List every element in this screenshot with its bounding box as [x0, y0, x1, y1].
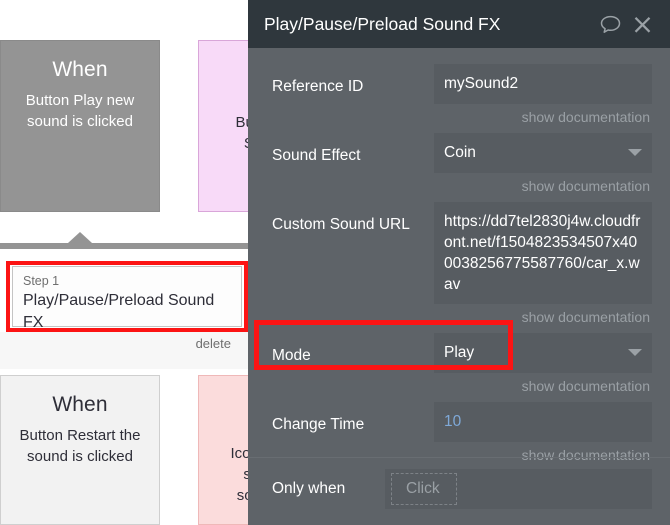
- event-when-card-2[interactable]: When Button Restart the sound is clicked: [0, 375, 160, 525]
- event-when-card-1[interactable]: When Button Play new sound is clicked: [0, 40, 160, 212]
- app-root: When Button Play new sound is clicked Bu…: [0, 0, 670, 525]
- property-editor-panel: Play/Pause/Preload Sound FX Reference ID…: [248, 0, 670, 525]
- show-documentation-link-reference-id[interactable]: show documentation: [434, 104, 652, 127]
- field-control-reference-id: mySound2 show documentation: [434, 64, 652, 127]
- step-card-1[interactable]: Step 1 Play/Pause/Preload Sound FX delet…: [12, 266, 242, 351]
- event-when-subtitle-1: Button Play new sound is clicked: [25, 92, 135, 130]
- chevron-down-icon-mode: [628, 349, 642, 356]
- event-when-title-2: When: [52, 393, 108, 416]
- field-label-custom-sound-url: Custom Sound URL: [272, 216, 410, 233]
- workflow-connector-1: [0, 212, 250, 251]
- step-title-1: Play/Pause/Preload Sound FX: [23, 292, 215, 331]
- field-label-reference-id: Reference ID: [272, 78, 364, 95]
- show-documentation-link-custom-sound-url[interactable]: show documentation: [434, 304, 652, 327]
- show-documentation-link-change-time[interactable]: show documentation: [434, 442, 652, 465]
- field-row-sound-effect: Sound Effect Coin show documentation: [248, 133, 670, 196]
- panel-titlebar: Play/Pause/Preload Sound FX: [248, 0, 670, 48]
- field-row-reference-id: Reference ID mySound2 show documentation: [248, 64, 670, 127]
- step-delete-link-1[interactable]: delete: [23, 335, 231, 352]
- panel-section-divider: [248, 457, 670, 458]
- mode-value: Play: [444, 344, 475, 361]
- only-when-label: Only when: [272, 480, 346, 497]
- connector-bar-1: [0, 243, 250, 249]
- canvas-top-band: [0, 0, 250, 40]
- field-row-mode: Mode Play show documentation: [248, 333, 670, 396]
- field-row-change-time: Change Time 10 show documentation: [248, 402, 670, 465]
- sound-effect-value: Coin: [444, 144, 476, 161]
- chevron-down-icon-sound-effect: [628, 149, 642, 156]
- change-time-input[interactable]: 10: [434, 402, 652, 442]
- show-documentation-link-sound-effect[interactable]: show documentation: [434, 173, 652, 196]
- custom-sound-url-input[interactable]: https://dd7tel2830j4w.cloudfront.net/f15…: [434, 202, 652, 304]
- mode-dropdown[interactable]: Play: [434, 333, 652, 373]
- comment-icon[interactable]: [596, 10, 624, 38]
- only-when-field[interactable]: Click: [385, 469, 652, 509]
- field-control-custom-sound-url: https://dd7tel2830j4w.cloudfront.net/f15…: [434, 202, 652, 327]
- only-when-row: Only when Click: [248, 467, 670, 511]
- field-row-custom-sound-url: Custom Sound URL https://dd7tel2830j4w.c…: [248, 202, 670, 327]
- close-icon[interactable]: [628, 10, 656, 38]
- connector-arrow-icon-1: [68, 232, 92, 243]
- field-control-mode: Play show documentation: [434, 333, 652, 396]
- panel-body: Reference ID mySound2 show documentation…: [248, 64, 670, 465]
- sound-effect-dropdown[interactable]: Coin: [434, 133, 652, 173]
- only-when-placeholder-chip[interactable]: Click: [391, 473, 457, 505]
- event-when-title-1: When: [52, 58, 108, 81]
- reference-id-input[interactable]: mySound2: [434, 64, 652, 104]
- panel-title: Play/Pause/Preload Sound FX: [264, 14, 501, 34]
- show-documentation-link-mode[interactable]: show documentation: [434, 373, 652, 396]
- step-label-1: Step 1: [23, 274, 60, 288]
- field-label-mode: Mode: [272, 347, 311, 364]
- field-label-sound-effect: Sound Effect: [272, 147, 361, 164]
- event-when-subtitle-2: Button Restart the sound is clicked: [19, 427, 141, 465]
- field-control-change-time: 10 show documentation: [434, 402, 652, 465]
- field-control-sound-effect: Coin show documentation: [434, 133, 652, 196]
- field-label-change-time: Change Time: [272, 416, 365, 433]
